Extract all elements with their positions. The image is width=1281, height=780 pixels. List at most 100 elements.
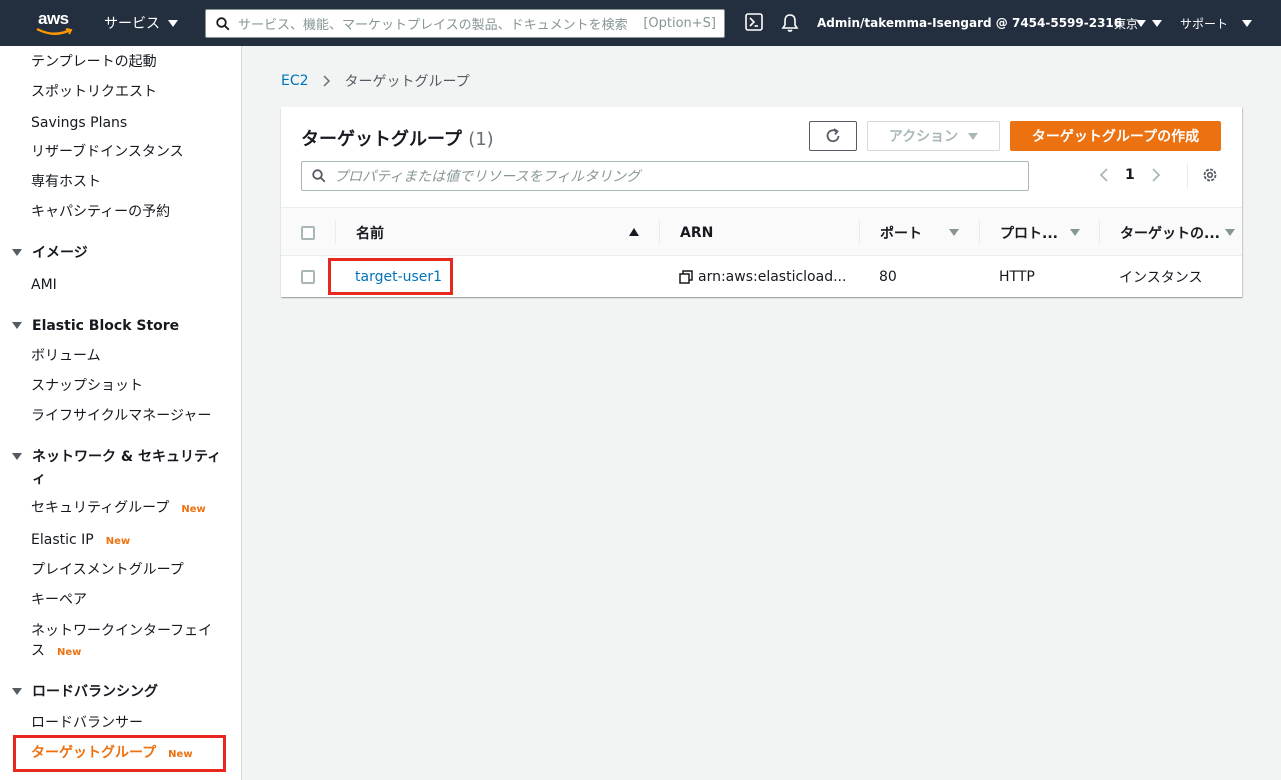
support-menu[interactable]: サポート bbox=[1180, 0, 1253, 46]
sidebar-item-label: ネットワークインターフェイ bbox=[31, 623, 213, 639]
account-menu[interactable]: Admin/takemma-Isengard @ 7454-5599-2316 bbox=[817, 0, 1147, 46]
notifications-bell-icon[interactable] bbox=[781, 13, 801, 33]
search-placeholder: サービス、機能、マーケットプレイスの製品、ドキュメントを検索 bbox=[238, 18, 628, 33]
column-divider bbox=[1099, 220, 1100, 244]
column-header-protocol[interactable]: プロト... bbox=[1000, 208, 1080, 257]
sidebar-item-reserved-instances[interactable]: リザーブドインスタンス bbox=[31, 142, 184, 162]
sidebar-item-network-interfaces[interactable]: ネットワークインターフェイ bbox=[31, 621, 212, 641]
sidebar-item-lifecycle-manager[interactable]: ライフサイクルマネージャー bbox=[31, 406, 211, 426]
services-label: サービス bbox=[104, 16, 160, 32]
column-header-label: ARN bbox=[680, 224, 714, 241]
row-select-checkbox[interactable] bbox=[301, 256, 315, 297]
sidebar-item-label: ス bbox=[31, 643, 45, 659]
copy-icon[interactable] bbox=[679, 269, 693, 284]
previous-page-icon[interactable] bbox=[1099, 167, 1109, 183]
highlight-annotation-box bbox=[13, 735, 226, 772]
column-header-arn[interactable]: ARN bbox=[680, 208, 713, 257]
sidebar-item-network-interfaces-wrap[interactable]: ス New bbox=[31, 641, 81, 663]
region-label: 東京 bbox=[1114, 16, 1139, 31]
search-icon bbox=[312, 169, 326, 183]
region-menu[interactable]: 東京 bbox=[1114, 0, 1163, 46]
sidebar-item-spot-requests[interactable]: スポットリクエスト bbox=[31, 82, 157, 102]
sort-icon bbox=[1070, 229, 1080, 236]
refresh-button[interactable] bbox=[809, 121, 857, 151]
search-shortcut-hint: [Option+S] bbox=[643, 16, 716, 31]
checkbox[interactable] bbox=[301, 269, 315, 284]
new-badge: New bbox=[181, 504, 206, 515]
column-header-label: ターゲットの... bbox=[1120, 225, 1220, 242]
sidebar-section-network-security[interactable]: ネットワーク & セキュリティ bbox=[12, 447, 221, 467]
services-menu-button[interactable]: サービス bbox=[104, 13, 178, 33]
sidebar-item-elastic-ip[interactable]: Elastic IP New bbox=[31, 530, 130, 552]
actions-label: アクション bbox=[888, 129, 959, 145]
sidebar-item-placement-groups[interactable]: プレイスメントグループ bbox=[31, 560, 184, 580]
breadcrumb-current: ターゲットグループ bbox=[344, 74, 470, 90]
sidebar-item-capacity-reservations[interactable]: キャパシティーの予約 bbox=[31, 202, 170, 222]
create-target-group-button[interactable]: ターゲットグループの作成 bbox=[1010, 121, 1221, 151]
breadcrumb-ec2-link[interactable]: EC2 bbox=[281, 73, 309, 89]
sort-icon bbox=[1225, 229, 1235, 236]
caret-down-icon bbox=[968, 132, 979, 140]
refresh-icon bbox=[826, 128, 840, 143]
sidebar-item-dedicated-hosts[interactable]: 専有ホスト bbox=[31, 172, 101, 192]
gear-icon[interactable] bbox=[1201, 166, 1219, 184]
sidebar-item-label: セキュリティグループ bbox=[31, 500, 170, 516]
panel-title-text: ターゲットグループ bbox=[301, 129, 462, 150]
breadcrumb: EC2 ターゲットグループ bbox=[281, 71, 470, 91]
cell-arn: arn:aws:elasticload... bbox=[679, 256, 846, 297]
next-page-icon[interactable] bbox=[1151, 167, 1161, 183]
sidebar-item-launch-templates[interactable]: テンプレートの起動 bbox=[31, 52, 157, 72]
new-badge: New bbox=[57, 647, 82, 658]
filter-input[interactable]: プロパティまたは値でリソースをフィルタリング bbox=[301, 161, 1029, 191]
aws-logo[interactable]: aws bbox=[20, 0, 90, 46]
column-header-target-type[interactable]: ターゲットの... bbox=[1120, 208, 1240, 257]
actions-dropdown-button[interactable]: アクション bbox=[867, 121, 1000, 151]
sidebar-section-images[interactable]: イメージ bbox=[12, 243, 88, 263]
sidebar-section-ebs[interactable]: Elastic Block Store bbox=[12, 316, 179, 336]
sidebar-section-label: ロードバランシング bbox=[32, 684, 158, 700]
sidebar-section-label: Elastic Block Store bbox=[32, 318, 180, 334]
aws-logo-text: aws bbox=[38, 9, 69, 28]
table-header: 名前 ARN ポート プロト... ターゲットの... bbox=[281, 207, 1242, 256]
sidebar-section-label: ネットワーク & セキュリティ bbox=[32, 449, 222, 465]
sidebar-item-key-pairs[interactable]: キーペア bbox=[31, 590, 87, 610]
column-header-name[interactable]: 名前 bbox=[356, 208, 641, 257]
sidebar-item-security-groups[interactable]: セキュリティグループ New bbox=[31, 498, 206, 520]
cloudshell-icon[interactable] bbox=[745, 13, 765, 33]
sidebar-item-load-balancers[interactable]: ロードバランサー bbox=[31, 713, 143, 733]
chevron-right-icon bbox=[323, 75, 330, 87]
global-search-input[interactable]: サービス、機能、マーケットプレイスの製品、ドキュメントを検索 [Option+S… bbox=[205, 9, 725, 38]
column-header-port[interactable]: ポート bbox=[880, 208, 960, 257]
page-number[interactable]: 1 bbox=[1125, 167, 1135, 183]
sidebar-section-load-balancing[interactable]: ロードバランシング bbox=[12, 682, 158, 702]
search-icon bbox=[216, 16, 230, 30]
sidebar-item-volumes[interactable]: ボリューム bbox=[31, 346, 101, 366]
caret-down-icon bbox=[1242, 19, 1253, 27]
checkbox[interactable] bbox=[301, 225, 315, 240]
cell-target-type: インスタンス bbox=[1119, 269, 1203, 286]
filter-placeholder: プロパティまたは値でリソースをフィルタリング bbox=[334, 169, 641, 185]
column-divider bbox=[979, 220, 980, 244]
aws-smile-icon bbox=[36, 27, 73, 35]
sidebar-item-snapshots[interactable]: スナップショット bbox=[31, 376, 143, 396]
sort-icon bbox=[949, 229, 959, 236]
resource-count: (1) bbox=[468, 129, 494, 150]
column-header-label: プロト... bbox=[1000, 225, 1058, 242]
sidebar-item-ami[interactable]: AMI bbox=[31, 275, 57, 295]
new-badge: New bbox=[105, 536, 131, 547]
caret-down-icon bbox=[12, 249, 22, 256]
caret-down-icon bbox=[12, 688, 22, 695]
divider bbox=[1187, 163, 1188, 189]
sidebar-item-savings-plans[interactable]: Savings Plans bbox=[31, 113, 127, 133]
page-title: ターゲットグループ (1) bbox=[301, 125, 494, 151]
select-all-checkbox[interactable] bbox=[301, 208, 315, 257]
column-header-label: ポート bbox=[880, 225, 922, 242]
sidebar-section-label-wrap: ィ bbox=[32, 471, 46, 487]
column-divider bbox=[859, 220, 860, 244]
cell-protocol: HTTP bbox=[999, 268, 1035, 285]
column-header-label: 名前 bbox=[356, 225, 384, 242]
column-divider bbox=[659, 220, 660, 244]
sidebar-navigation: テンプレートの起動 スポットリクエスト Savings Plans リザーブドイ… bbox=[0, 46, 242, 780]
column-divider bbox=[335, 220, 336, 244]
sidebar-item-label: Elastic IP bbox=[31, 532, 94, 548]
